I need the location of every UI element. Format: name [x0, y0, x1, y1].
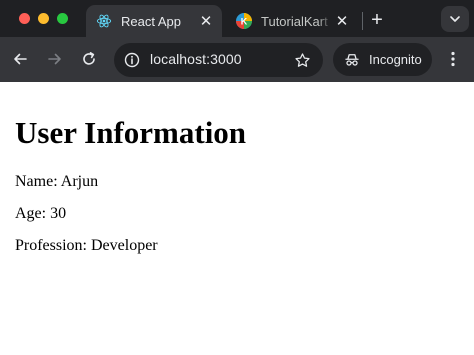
tab-tutorialkart[interactable]: K TutorialKart - ✕	[226, 5, 358, 37]
page-content: User Information Name: Arjun Age: 30 Pro…	[0, 82, 474, 355]
back-button[interactable]	[9, 48, 31, 70]
tab-title: TutorialKart -	[261, 13, 332, 29]
star-icon	[294, 52, 310, 67]
incognito-icon	[345, 53, 359, 66]
tab-title: React App	[121, 13, 181, 29]
close-window-button[interactable]	[19, 13, 30, 24]
close-tab-icon[interactable]: ✕	[332, 11, 352, 31]
bookmark-button[interactable]	[292, 50, 312, 70]
forward-button[interactable]	[44, 48, 66, 70]
svg-text:K: K	[241, 17, 248, 27]
user-name: Name: Arjun	[15, 173, 99, 190]
react-icon	[96, 14, 112, 28]
arrow-left-icon	[14, 53, 27, 65]
page-title: User Information	[15, 115, 247, 150]
chevron-down-icon	[450, 16, 460, 22]
incognito-button[interactable]: Incognito	[333, 43, 432, 76]
more-vertical-icon	[451, 51, 455, 67]
browser-toolbar: localhost:3000 Incognito	[0, 37, 474, 82]
tab-react-app[interactable]: React App ✕	[86, 5, 222, 37]
user-age: Age: 30	[15, 205, 67, 222]
reload-button[interactable]	[78, 48, 100, 70]
site-info-button[interactable]	[122, 50, 142, 70]
reload-icon	[83, 52, 95, 65]
tab-separator	[362, 12, 363, 30]
tab-search-button[interactable]	[441, 6, 469, 32]
user-profession: Profession: Developer	[15, 237, 158, 254]
tab-strip: React App ✕ K TutorialKart - ✕ +	[0, 0, 474, 37]
info-icon	[124, 52, 140, 68]
browser-window: React App ✕ K TutorialKart - ✕ + localho…	[0, 0, 474, 355]
incognito-label: Incognito	[369, 52, 422, 67]
arrow-right-icon	[48, 53, 61, 65]
tutorialkart-icon: K	[236, 13, 252, 29]
close-tab-icon[interactable]: ✕	[196, 11, 216, 31]
browser-menu-button[interactable]	[443, 48, 463, 70]
maximize-window-button[interactable]	[57, 13, 68, 24]
minimize-window-button[interactable]	[38, 13, 49, 24]
url-text: localhost:3000	[150, 51, 242, 67]
new-tab-button[interactable]: +	[366, 9, 388, 31]
address-bar[interactable]: localhost:3000	[114, 43, 323, 77]
